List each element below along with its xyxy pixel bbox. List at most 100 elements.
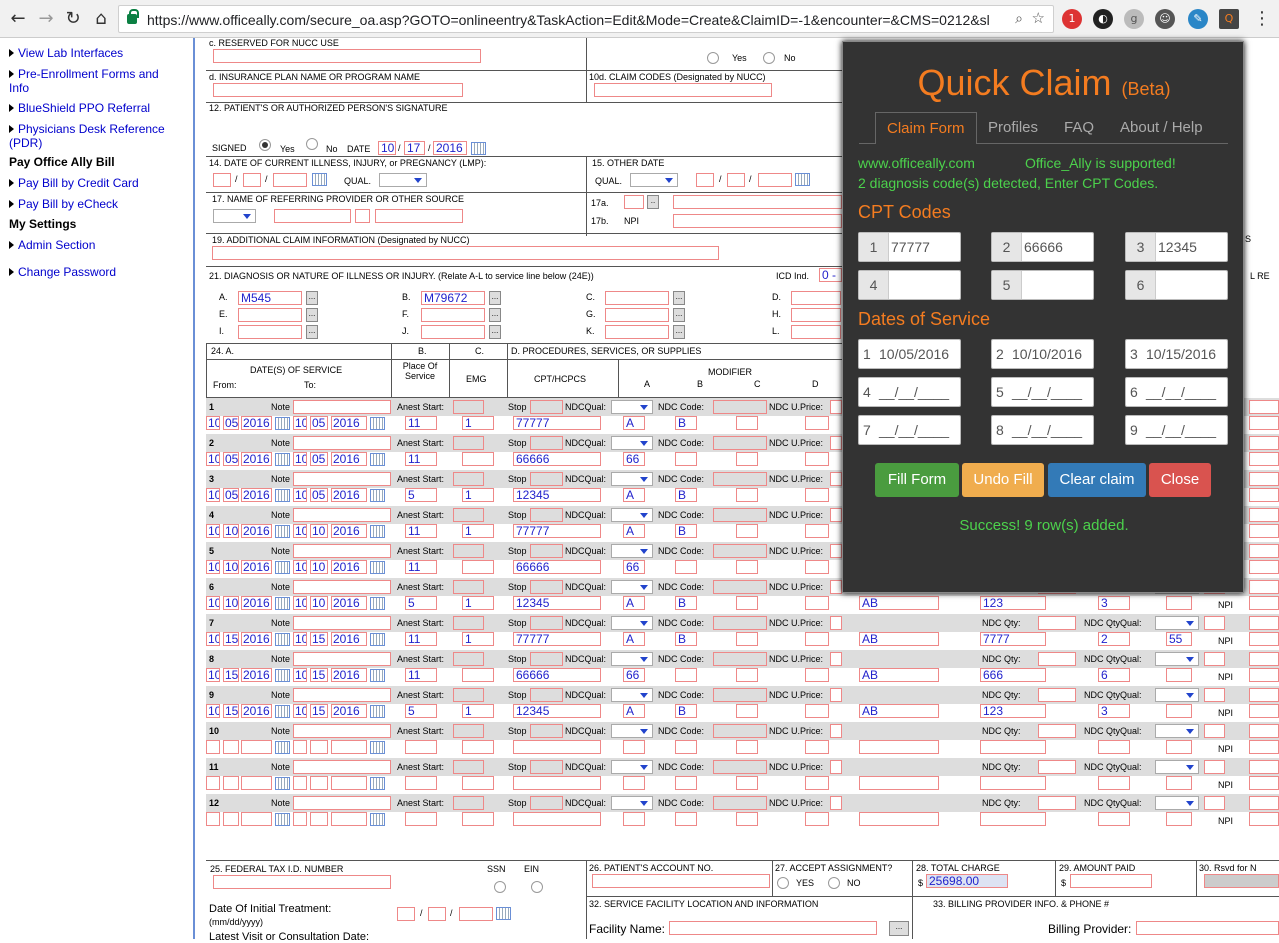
from-month-input[interactable]: 10 xyxy=(206,632,220,646)
modifier-d-input[interactable] xyxy=(805,416,829,430)
calendar-icon[interactable] xyxy=(312,173,327,186)
illness-day-input[interactable] xyxy=(243,173,261,187)
pos-input[interactable] xyxy=(405,776,437,790)
modifier-a-input[interactable]: A xyxy=(623,704,645,718)
ndc-price-input[interactable] xyxy=(830,472,842,486)
from-month-input[interactable]: 10 xyxy=(206,560,220,574)
units-input[interactable]: 3 xyxy=(1098,596,1130,610)
calendar-icon[interactable] xyxy=(370,633,385,646)
modifier-c-input[interactable] xyxy=(736,488,758,502)
calendar-icon[interactable] xyxy=(275,813,290,826)
sidebar-item-pre-enrollment-cont[interactable]: Info xyxy=(9,81,29,95)
to-year-input[interactable]: 2016 xyxy=(331,524,367,538)
ndc-qty-input[interactable] xyxy=(1038,724,1076,738)
from-day-input[interactable]: 10 xyxy=(223,596,239,610)
modifier-c-input[interactable] xyxy=(736,596,758,610)
sidebar-item-view-lab-interfaces[interactable]: View Lab Interfaces xyxy=(9,46,123,60)
epsdt-input[interactable] xyxy=(1166,704,1192,718)
sidebar-item-pre-enrollment[interactable]: Pre-Enrollment Forms and xyxy=(9,67,159,81)
illness-month-input[interactable] xyxy=(213,173,231,187)
modifier-a-input[interactable] xyxy=(623,812,645,826)
stop-input[interactable] xyxy=(530,652,563,666)
ndc-code-input[interactable] xyxy=(713,436,767,450)
npi-input[interactable] xyxy=(1249,452,1279,466)
charges-input[interactable] xyxy=(980,740,1046,754)
facility-name-input[interactable] xyxy=(669,921,877,935)
note-input[interactable] xyxy=(293,616,391,630)
pos-input[interactable]: 11 xyxy=(405,416,437,430)
to-year-input[interactable]: 2016 xyxy=(331,488,367,502)
ndc-qtyqual-select[interactable] xyxy=(1155,616,1199,630)
pointer-input[interactable] xyxy=(859,740,939,754)
modifier-c-input[interactable] xyxy=(736,776,758,790)
to-year-input[interactable] xyxy=(331,812,367,826)
extension-icon-g[interactable]: g xyxy=(1124,9,1144,29)
npi-input[interactable] xyxy=(1249,704,1279,718)
npi-input[interactable] xyxy=(1249,416,1279,430)
stop-input[interactable] xyxy=(530,796,563,810)
menu-icon[interactable]: ⋮ xyxy=(1252,9,1272,29)
signed-yes-radio[interactable] xyxy=(259,139,271,151)
ndc-qual-select[interactable] xyxy=(611,760,653,774)
extension-icon-blue[interactable]: ✎ xyxy=(1188,9,1208,29)
note-input[interactable] xyxy=(293,508,391,522)
reserved-input[interactable] xyxy=(213,49,481,63)
from-year-input[interactable] xyxy=(241,776,272,790)
date-of-service-input[interactable]: 5 __/__/____ xyxy=(991,377,1094,407)
to-day-input[interactable] xyxy=(310,740,328,754)
undo-fill-button[interactable]: Undo Fill xyxy=(962,463,1044,497)
from-month-input[interactable]: 10 xyxy=(206,416,220,430)
diagnosis-input[interactable] xyxy=(238,325,302,339)
line-extra-input[interactable] xyxy=(1204,760,1225,774)
extension-icon-dark[interactable]: ◐ xyxy=(1093,9,1113,29)
calendar-icon[interactable] xyxy=(275,561,290,574)
other-month-input[interactable] xyxy=(696,173,714,187)
emg-input[interactable]: 1 xyxy=(462,704,494,718)
ndc-code-input[interactable] xyxy=(713,616,767,630)
modifier-b-input[interactable] xyxy=(675,776,697,790)
to-year-input[interactable] xyxy=(331,776,367,790)
address-bar[interactable]: https://www.officeally.com/secure_oa.asp… xyxy=(118,5,1054,33)
emg-input[interactable] xyxy=(462,452,494,466)
line-extra-input[interactable] xyxy=(1204,652,1225,666)
ndc-code-input[interactable] xyxy=(713,652,767,666)
accept-yes-radio[interactable] xyxy=(777,877,789,889)
stop-input[interactable] xyxy=(530,760,563,774)
charges-input[interactable]: 123 xyxy=(980,596,1046,610)
from-month-input[interactable] xyxy=(206,740,220,754)
modifier-b-input[interactable]: B xyxy=(675,704,697,718)
calendar-icon[interactable] xyxy=(370,597,385,610)
stop-input[interactable] xyxy=(530,400,563,414)
modifier-a-input[interactable] xyxy=(623,740,645,754)
emg-input[interactable]: 1 xyxy=(462,596,494,610)
tab-faq[interactable]: FAQ xyxy=(1053,112,1105,144)
date-of-service-input[interactable]: 2 10/10/2016 xyxy=(991,339,1094,369)
modifier-c-input[interactable] xyxy=(736,416,758,430)
ndc-price-input[interactable] xyxy=(830,400,842,414)
anest-start-input[interactable] xyxy=(453,724,484,738)
accept-no-radio[interactable] xyxy=(828,877,840,889)
npi-input[interactable] xyxy=(1249,812,1279,826)
note-input[interactable] xyxy=(293,400,391,414)
from-day-input[interactable]: 05 xyxy=(223,416,239,430)
modifier-d-input[interactable] xyxy=(805,812,829,826)
modifier-b-input[interactable] xyxy=(675,560,697,574)
icd-ind-select[interactable]: 0 - xyxy=(819,268,842,282)
modifier-d-input[interactable] xyxy=(805,452,829,466)
amount-paid-input[interactable] xyxy=(1070,874,1152,888)
epsdt-input[interactable] xyxy=(1166,776,1192,790)
initial-month-input[interactable] xyxy=(397,907,415,921)
rsvd-input[interactable] xyxy=(1204,874,1279,888)
tab-about-help[interactable]: About / Help xyxy=(1109,112,1214,144)
line-extra-input[interactable] xyxy=(1249,760,1279,774)
note-input[interactable] xyxy=(293,760,391,774)
diagnosis-lookup-button[interactable]: ... xyxy=(673,291,685,305)
ndc-qty-input[interactable] xyxy=(1038,688,1076,702)
note-input[interactable] xyxy=(293,436,391,450)
ndc-qual-select[interactable] xyxy=(611,652,653,666)
npi-input[interactable] xyxy=(1249,560,1279,574)
sig-year-input[interactable]: 2016 xyxy=(433,141,467,155)
emg-input[interactable] xyxy=(462,776,494,790)
sig-day-input[interactable]: 17 xyxy=(404,141,425,155)
modifier-a-input[interactable]: 66 xyxy=(623,668,645,682)
